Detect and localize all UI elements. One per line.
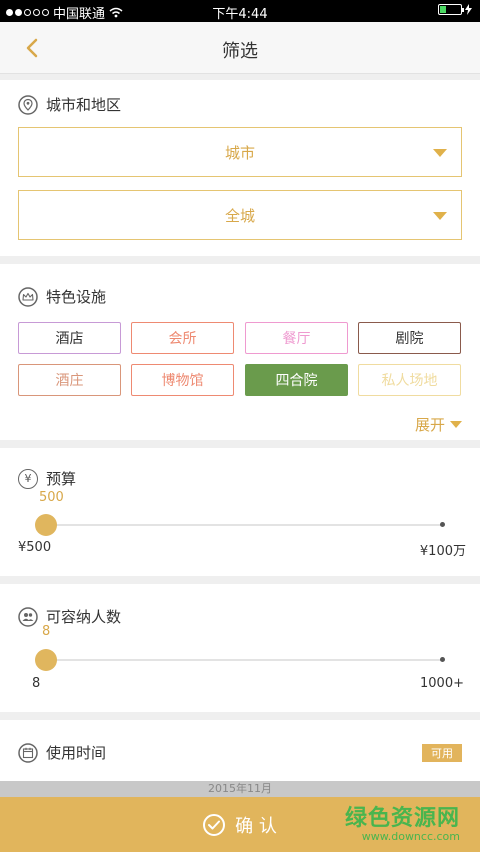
facility-tag-label: 酒店 (55, 331, 84, 347)
watermark: 绿色资源网 www.downcc.com (345, 800, 460, 843)
capacity-section-title: 可容纳人数 (46, 608, 122, 626)
filter-screen: 中国联通 下午4:44 筛选 城市和地区 城市 全城 特色设施 酒店 会所 餐厅… (0, 0, 480, 852)
city-section: 城市和地区 城市 全城 (0, 80, 480, 256)
date-picker-peek-label: 2015年11月 (208, 782, 272, 795)
budget-slider-handle[interactable] (35, 514, 57, 536)
capacity-slider-max-dot (440, 657, 445, 662)
date-picker-peek[interactable]: 2015年11月 (0, 781, 480, 797)
chevron-down-icon (433, 149, 447, 157)
battery-icon (438, 4, 464, 15)
city-section-title: 城市和地区 (46, 96, 122, 114)
expand-label: 展开 (414, 416, 445, 434)
facilities-section-title: 特色设施 (46, 288, 107, 306)
facility-tag[interactable]: 剧院 (358, 322, 461, 354)
facility-tag-label: 会所 (168, 331, 197, 347)
chevron-down-icon (433, 212, 447, 220)
location-pin-icon (18, 94, 38, 115)
facility-tag-label: 四合院 (275, 373, 318, 389)
budget-max-label: ¥100万 (419, 544, 466, 559)
available-badge[interactable]: 可用 (422, 744, 462, 762)
city-dropdown-value: 城市 (224, 143, 255, 162)
facility-tag[interactable]: 私人场地 (358, 364, 461, 396)
capacity-section: 可容纳人数 8 8 1000+ (0, 584, 480, 712)
capacity-min-label: 8 (32, 676, 41, 691)
confirm-label: 确 认 (235, 815, 277, 837)
budget-current-value: 500 (39, 490, 64, 505)
expand-button[interactable]: 展开 (415, 414, 462, 435)
budget-section-title: 预算 (46, 470, 77, 488)
district-dropdown[interactable]: 全城 (18, 190, 462, 240)
page-title: 筛选 (222, 41, 258, 62)
time-section-title: 使用时间 (46, 744, 107, 762)
check-circle-icon (203, 813, 226, 836)
chevron-down-icon (450, 421, 462, 428)
budget-slider-track[interactable] (46, 524, 444, 526)
facility-tag[interactable]: 会所 (131, 322, 234, 354)
budget-slider-max-dot (440, 522, 445, 527)
time-section: 使用时间 可用 (0, 720, 480, 782)
facility-tag[interactable]: 酒店 (18, 322, 121, 354)
budget-section: ¥ 预算 500 ¥500 ¥100万 (0, 448, 480, 576)
calendar-icon (18, 742, 38, 763)
watermark-title: 绿色资源网 (344, 806, 460, 831)
facility-tag[interactable]: 博物馆 (131, 364, 234, 396)
facility-tag-label: 酒庄 (55, 373, 84, 389)
facility-tag-label: 餐厅 (282, 331, 311, 347)
city-header: 城市和地区 (18, 94, 121, 115)
budget-min-label: ¥500 (18, 540, 52, 555)
charging-icon (465, 4, 472, 15)
facilities-header: 特色设施 (18, 286, 106, 307)
yen-icon: ¥ (18, 468, 38, 489)
status-right (438, 4, 472, 15)
capacity-header: 可容纳人数 (18, 606, 121, 627)
district-dropdown-value: 全城 (224, 206, 255, 225)
watermark-url: www.downcc.com (361, 830, 460, 843)
capacity-slider-track[interactable] (46, 659, 444, 661)
crown-icon (18, 286, 38, 307)
status-bar: 中国联通 下午4:44 (0, 0, 480, 22)
city-dropdown[interactable]: 城市 (18, 127, 462, 177)
facility-tag-label: 私人场地 (381, 373, 438, 389)
capacity-max-label: 1000+ (420, 676, 464, 691)
capacity-current-value: 8 (42, 624, 51, 639)
facility-tag-label: 博物馆 (161, 373, 204, 389)
capacity-slider-handle[interactable] (35, 649, 57, 671)
facility-tag-label: 剧院 (395, 331, 424, 347)
facility-tag[interactable]: 四合院 (245, 364, 348, 396)
facility-tag[interactable]: 餐厅 (245, 322, 348, 354)
nav-bar: 筛选 (0, 22, 480, 74)
budget-header: ¥ 预算 (18, 468, 76, 489)
facilities-section: 特色设施 酒店 会所 餐厅 剧院酒庄 博物馆 四合院 私人场地 展开 (0, 264, 480, 440)
time-header: 使用时间 (18, 742, 106, 763)
status-time: 下午4:44 (212, 7, 268, 22)
people-icon (18, 606, 38, 627)
facility-tag[interactable]: 酒庄 (18, 364, 121, 396)
